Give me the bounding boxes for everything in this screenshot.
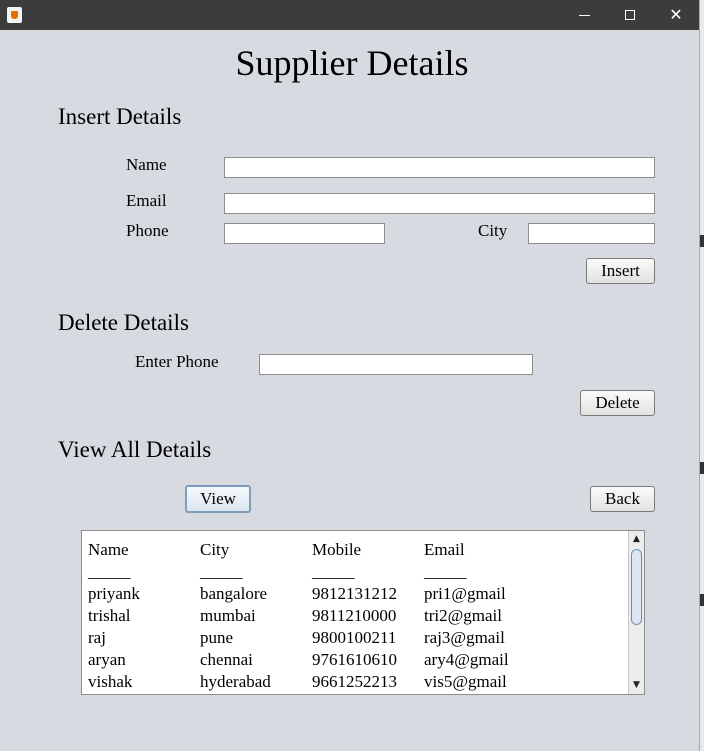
cell-name: vishak bbox=[88, 672, 133, 691]
scroll-thumb[interactable] bbox=[631, 549, 642, 625]
table-content: Name City Mobile Email _____ _____ _____… bbox=[88, 539, 628, 693]
cell-city: bangalore bbox=[200, 584, 268, 603]
cell-mobile: 9800100211 bbox=[312, 628, 397, 647]
cell-city: hyderabad bbox=[200, 672, 271, 691]
cell-name: raj bbox=[88, 628, 106, 647]
cell-email: vis5@gmail bbox=[424, 672, 507, 691]
email-input[interactable] bbox=[224, 193, 655, 214]
cell-email: tri2@gmail bbox=[424, 606, 502, 625]
insert-button[interactable]: Insert bbox=[586, 258, 655, 284]
background-glyph bbox=[700, 235, 704, 247]
close-button[interactable]: ✕ bbox=[653, 0, 699, 30]
table-row: trishal mumbai 9811210000 tri2@gmail bbox=[88, 605, 628, 627]
delete-heading: Delete Details bbox=[58, 310, 189, 335]
table-row: priyank bangalore 9812131212 pri1@gmail bbox=[88, 583, 628, 605]
enter-phone-label: Enter Phone bbox=[135, 352, 219, 371]
background-glyph bbox=[700, 462, 704, 474]
maximize-icon bbox=[625, 10, 635, 20]
cell-city: pune bbox=[200, 628, 234, 647]
underline: _____ bbox=[424, 562, 467, 581]
page-title: Supplier Details bbox=[235, 43, 469, 83]
cell-mobile: 9661252213 bbox=[312, 672, 397, 691]
minimize-button[interactable] bbox=[561, 0, 607, 30]
cell-email: pri1@gmail bbox=[424, 584, 506, 603]
delete-phone-input[interactable] bbox=[259, 354, 533, 375]
cell-city: mumbai bbox=[200, 606, 256, 625]
back-button[interactable]: Back bbox=[590, 486, 655, 512]
header-name: Name bbox=[88, 540, 129, 559]
city-input[interactable] bbox=[528, 223, 655, 244]
cell-mobile: 9812131212 bbox=[312, 584, 397, 603]
cell-email: ary4@gmail bbox=[424, 650, 509, 669]
cell-email: raj3@gmail bbox=[424, 628, 505, 647]
cell-city: chennai bbox=[200, 650, 253, 669]
name-input[interactable] bbox=[224, 157, 655, 178]
header-underline-row: _____ _____ _____ _____ bbox=[88, 561, 628, 583]
insert-heading: Insert Details bbox=[58, 104, 182, 129]
table-row: vishak hyderabad 9661252213 vis5@gmail bbox=[88, 671, 628, 693]
name-label: Name bbox=[126, 155, 167, 174]
delete-button[interactable]: Delete bbox=[580, 390, 655, 416]
header-city: City bbox=[200, 540, 230, 559]
underline: _____ bbox=[88, 562, 131, 581]
cell-name: aryan bbox=[88, 650, 126, 669]
header-email: Email bbox=[424, 540, 465, 559]
cell-name: trishal bbox=[88, 606, 131, 625]
email-label: Email bbox=[126, 191, 167, 210]
phone-input[interactable] bbox=[224, 223, 385, 244]
view-heading: View All Details bbox=[58, 437, 212, 462]
header-mobile: Mobile bbox=[312, 540, 362, 559]
table-row: aryan chennai 9761610610 ary4@gmail bbox=[88, 649, 628, 671]
cell-mobile: 9761610610 bbox=[312, 650, 397, 669]
table-header-row: Name City Mobile Email bbox=[88, 539, 628, 561]
scroll-up-icon[interactable]: ▲ bbox=[629, 532, 644, 547]
underline: _____ bbox=[200, 562, 243, 581]
phone-label: Phone bbox=[126, 221, 169, 240]
view-button[interactable]: View bbox=[185, 485, 251, 513]
java-icon bbox=[7, 7, 22, 23]
table-row: raj pune 9800100211 raj3@gmail bbox=[88, 627, 628, 649]
background-glyph bbox=[700, 594, 704, 606]
maximize-button[interactable] bbox=[607, 0, 653, 30]
underline: _____ bbox=[312, 562, 355, 581]
city-label: City bbox=[478, 221, 508, 240]
title-bar: ✕ bbox=[0, 0, 699, 30]
cell-mobile: 9811210000 bbox=[312, 606, 397, 625]
background-window-edge bbox=[699, 0, 704, 751]
supplier-table[interactable]: Name City Mobile Email _____ _____ _____… bbox=[81, 530, 645, 695]
vertical-scrollbar[interactable]: ▲ ▼ bbox=[628, 531, 644, 694]
close-icon: ✕ bbox=[669, 5, 683, 24]
cell-name: priyank bbox=[88, 584, 140, 603]
scroll-down-icon[interactable]: ▼ bbox=[629, 678, 644, 693]
minimize-icon bbox=[578, 14, 590, 16]
